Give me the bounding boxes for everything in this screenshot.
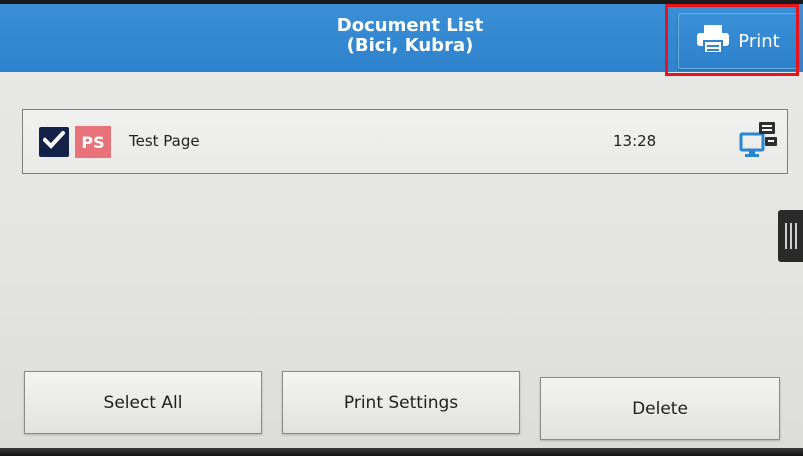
select-all-button[interactable]: Select All	[24, 371, 262, 434]
page-title: Document List (Bici, Kubra)	[250, 16, 570, 56]
pc-monitor-icon	[739, 120, 779, 160]
document-time: 13:28	[613, 132, 657, 150]
print-button-highlight	[665, 4, 799, 76]
print-settings-button[interactable]: Print Settings	[282, 371, 520, 434]
document-row[interactable]: PS Test Page 13:28	[22, 109, 788, 174]
handle-line	[789, 223, 792, 249]
document-name: Test Page	[129, 132, 200, 150]
file-type-badge: PS	[75, 126, 111, 158]
page-title-line2: (Bici, Kubra)	[346, 35, 474, 56]
scroll-handle-tab[interactable]	[778, 210, 803, 262]
document-checkbox[interactable]	[39, 127, 69, 157]
page-title-line1: Document List	[336, 15, 484, 36]
checkmark-icon	[42, 130, 66, 153]
device-screen: Document List (Bici, Kubra) Print PS Tes…	[0, 0, 803, 456]
handle-line	[784, 223, 787, 249]
handle-line	[794, 223, 797, 249]
delete-button[interactable]: Delete	[540, 377, 780, 440]
screen-bezel-bottom	[0, 448, 803, 456]
